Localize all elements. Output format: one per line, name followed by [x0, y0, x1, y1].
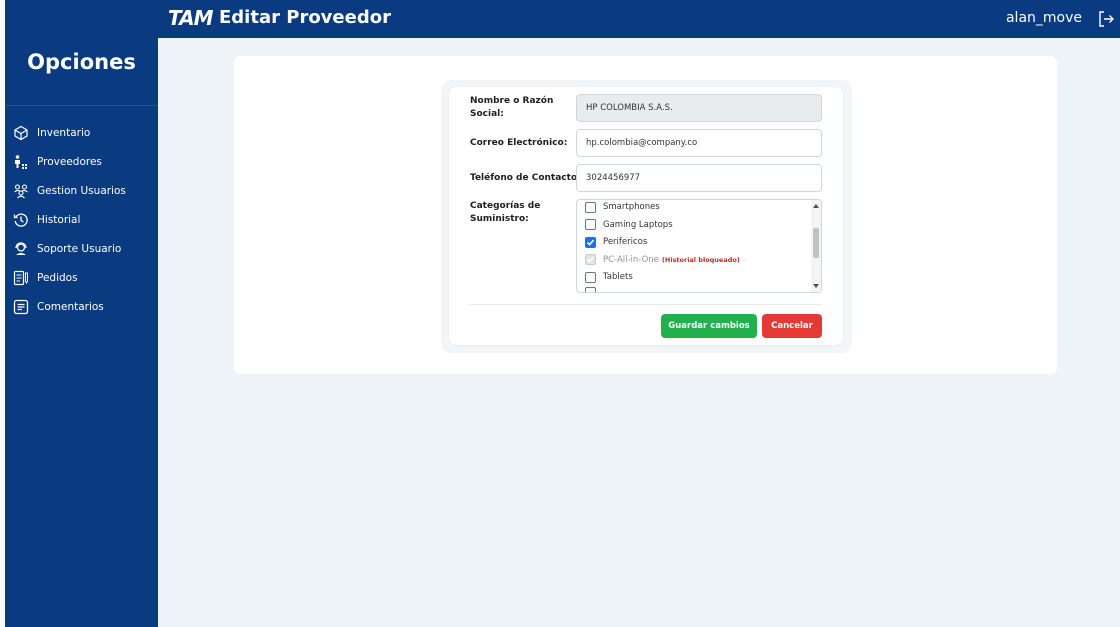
- logo: TAM: [168, 6, 213, 30]
- checkbox-checked[interactable]: [585, 236, 596, 248]
- sidebar: Opciones Inventario Proveedores Gestion …: [5, 38, 158, 627]
- sidebar-item-label: Soporte Usuario: [37, 243, 122, 255]
- sidebar-item-inventario[interactable]: Inventario: [13, 123, 153, 143]
- scrollbar[interactable]: [811, 200, 821, 292]
- locked-note: (Historial bloqueado): [661, 255, 740, 264]
- sidebar-item-historial[interactable]: Historial: [13, 210, 153, 230]
- orders-icon: [13, 270, 29, 286]
- categories-label: Categorías de Suministro:: [470, 201, 541, 224]
- sidebar-item-label: Gestion Usuarios: [37, 185, 126, 197]
- comments-icon: [13, 299, 29, 315]
- categories-list[interactable]: Smartphones Gaming Laptops Perifericos P…: [576, 199, 822, 293]
- phone-field[interactable]: 3024456977: [576, 164, 822, 192]
- category-label: Perifericos: [603, 237, 648, 247]
- scroll-thumb[interactable]: [813, 228, 819, 258]
- sidebar-item-comentarios[interactable]: Comentarios: [13, 297, 153, 317]
- category-label: PC-All-in-One: [603, 254, 659, 265]
- category-option-tablets[interactable]: Tablets: [585, 270, 633, 284]
- category-option-partial[interactable]: [585, 285, 603, 292]
- cancel-button[interactable]: Cancelar: [762, 314, 822, 338]
- checkbox-disabled: [585, 254, 596, 265]
- email-field[interactable]: hp.colombia@company.co: [576, 129, 822, 157]
- category-option-pc-all-in-one: PC-All-in-One (Historial bloqueado): [585, 253, 740, 267]
- sidebar-item-gestion-usuarios[interactable]: Gestion Usuarios: [13, 181, 153, 201]
- category-label: Tablets: [603, 272, 633, 282]
- checkbox[interactable]: [585, 201, 596, 213]
- name-field: HP COLOMBIA S.A.S.: [576, 94, 822, 122]
- sidebar-item-pedidos[interactable]: Pedidos: [13, 268, 153, 288]
- scroll-down-icon[interactable]: [813, 284, 819, 288]
- suppliers-icon: [13, 154, 29, 170]
- page-title: Editar Proveedor: [219, 7, 391, 28]
- checkbox[interactable]: [585, 286, 596, 292]
- logout-icon[interactable]: [1096, 9, 1116, 29]
- sidebar-item-label: Historial: [37, 214, 81, 226]
- category-label: Smartphones: [603, 202, 660, 212]
- sidebar-divider: [5, 105, 158, 106]
- sidebar-item-label: Comentarios: [37, 301, 104, 313]
- cube-icon: [13, 125, 29, 141]
- checkbox[interactable]: [585, 219, 596, 230]
- phone-label: Teléfono de Contacto:: [470, 173, 581, 183]
- checkbox[interactable]: [585, 271, 596, 283]
- form-divider: [470, 304, 822, 305]
- history-icon: [13, 212, 29, 228]
- category-option-perifericos[interactable]: Perifericos: [585, 235, 647, 249]
- users-icon: [13, 183, 29, 199]
- sidebar-item-label: Proveedores: [37, 156, 102, 168]
- name-label: Nombre o Razón Social:: [470, 96, 554, 119]
- username[interactable]: alan_move: [1006, 10, 1082, 26]
- save-button[interactable]: Guardar cambios: [661, 314, 757, 338]
- support-icon: [13, 241, 29, 257]
- scroll-up-icon[interactable]: [813, 204, 819, 208]
- sidebar-item-label: Pedidos: [37, 272, 78, 284]
- sidebar-title: Opciones: [27, 50, 136, 74]
- category-label: Gaming Laptops: [603, 219, 673, 230]
- sidebar-item-label: Inventario: [37, 127, 91, 139]
- category-option-gaming-laptops[interactable]: Gaming Laptops: [585, 218, 673, 232]
- sidebar-item-soporte-usuario[interactable]: Soporte Usuario: [13, 239, 153, 259]
- email-label: Correo Electrónico:: [470, 138, 568, 148]
- sidebar-item-proveedores[interactable]: Proveedores: [13, 152, 153, 172]
- category-option-smartphones[interactable]: Smartphones: [585, 200, 660, 214]
